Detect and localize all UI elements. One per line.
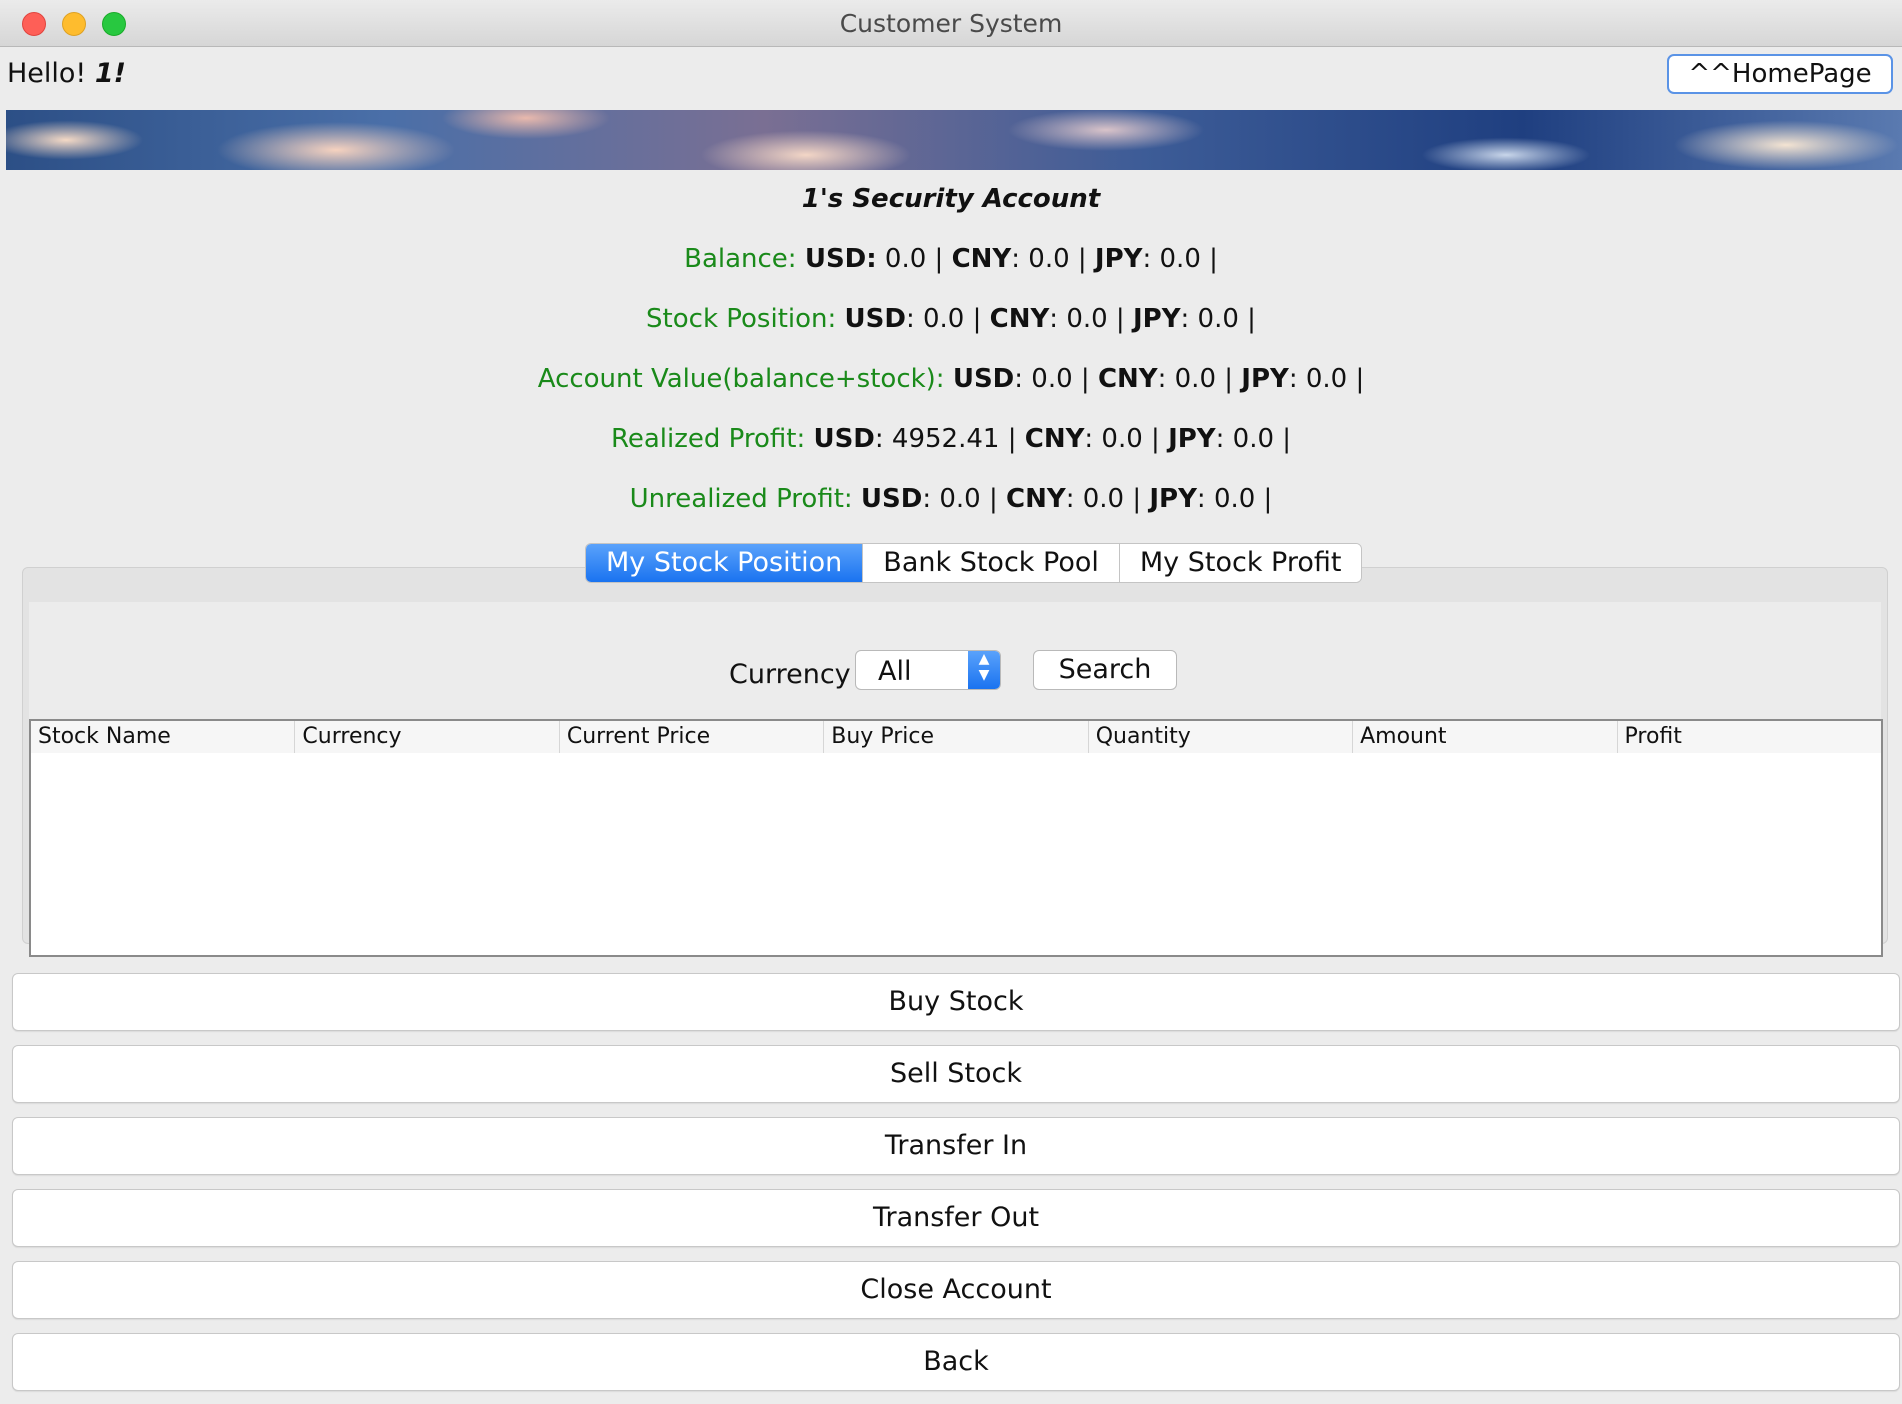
column-header-buy-price[interactable]: Buy Price: [823, 721, 1087, 753]
cny-key: CNY: [1006, 484, 1066, 514]
cny-value: : 0.0 |: [1049, 304, 1133, 334]
balance-row: Balance: USD: 0.0 | CNY: 0.0 | JPY: 0.0 …: [0, 244, 1902, 274]
jpy-value: : 0.0 |: [1142, 244, 1218, 274]
tab-bank-stock-pool[interactable]: Bank Stock Pool: [863, 544, 1120, 582]
jpy-value: : 0.0 |: [1196, 484, 1273, 514]
tab-my-stock-position[interactable]: My Stock Position: [586, 544, 864, 582]
back-button[interactable]: Back: [12, 1333, 1900, 1391]
home-page-button[interactable]: ^^HomePage: [1667, 54, 1893, 94]
stock-position-row: Stock Position: USD: 0.0 | CNY: 0.0 | JP…: [0, 304, 1902, 334]
transfer-in-button[interactable]: Transfer In: [12, 1117, 1900, 1175]
jpy-key: JPY: [1168, 424, 1216, 454]
greeting: Hello! 1!: [7, 58, 126, 89]
row-label: Stock Position:: [646, 304, 837, 334]
window-title: Customer System: [839, 9, 1063, 38]
search-button[interactable]: Search: [1033, 650, 1177, 690]
account-value-row: Account Value(balance+stock): USD: 0.0 |…: [0, 364, 1902, 394]
row-label: Balance:: [684, 244, 797, 274]
usd-key: USD: [952, 364, 1015, 394]
cny-value: : 0.0 |: [1011, 244, 1095, 274]
cny-key: CNY: [1097, 364, 1158, 394]
column-header-amount[interactable]: Amount: [1352, 721, 1616, 753]
usd-value: : 0.0 |: [905, 304, 990, 334]
tab-bar: My Stock Position Bank Stock Pool My Sto…: [585, 543, 1363, 583]
account-title: 1's Security Account: [801, 184, 1101, 214]
row-label: Account Value(balance+stock):: [537, 364, 945, 394]
buy-stock-button[interactable]: Buy Stock: [12, 973, 1900, 1031]
usd-value: : 0.0 |: [1014, 364, 1098, 394]
jpy-key: JPY: [1094, 244, 1143, 274]
stock-position-table[interactable]: Stock Name Currency Current Price Buy Pr…: [29, 719, 1883, 957]
jpy-key: JPY: [1241, 364, 1289, 394]
jpy-value: : 0.0 |: [1180, 304, 1256, 334]
usd-key: USD: [813, 424, 875, 454]
tab-panel: Currency All ▲ ▼ Search Stock Name Curren…: [22, 567, 1888, 957]
cny-key: CNY: [989, 304, 1050, 334]
customer-system-window: Customer System Hello! 1! ^^HomePage 1's…: [0, 0, 1902, 1404]
unrealized-profit-row: Unrealized Profit: USD: 0.0 | CNY: 0.0 |…: [0, 484, 1902, 514]
column-header-stock-name[interactable]: Stock Name: [31, 721, 294, 753]
usd-value: 0.0 |: [876, 244, 952, 274]
chevron-up-down-icon: ▲ ▼: [968, 651, 1000, 689]
jpy-value: : 0.0 |: [1215, 424, 1292, 454]
sky-banner-image: [6, 110, 1902, 170]
cny-value: : 0.0 |: [1157, 364, 1242, 394]
column-header-profit[interactable]: Profit: [1616, 721, 1881, 753]
realized-profit-row: Realized Profit: USD: 4952.41 | CNY: 0.0…: [0, 424, 1902, 454]
tab-my-stock-profit[interactable]: My Stock Profit: [1119, 544, 1362, 582]
title-bar: Customer System: [0, 0, 1902, 47]
jpy-value: : 0.0 |: [1288, 364, 1365, 394]
column-header-currency[interactable]: Currency: [294, 721, 558, 753]
usd-key: USD:: [804, 244, 877, 274]
transfer-out-button[interactable]: Transfer Out: [12, 1189, 1900, 1247]
usd-key: USD: [860, 484, 923, 514]
greeting-prefix: Hello!: [7, 58, 87, 89]
close-account-button[interactable]: Close Account: [12, 1261, 1900, 1319]
jpy-key: JPY: [1149, 484, 1197, 514]
row-label: Realized Profit:: [610, 424, 806, 454]
sell-stock-button[interactable]: Sell Stock: [12, 1045, 1900, 1103]
cny-key: CNY: [1024, 424, 1085, 454]
stock-position-pane: Currency All ▲ ▼ Search Stock Name Curren…: [29, 602, 1883, 957]
cny-key: CNY: [951, 244, 1012, 274]
cny-value: : 0.0 |: [1065, 484, 1150, 514]
cny-value: : 0.0 |: [1084, 424, 1169, 454]
usd-key: USD: [844, 304, 906, 334]
currency-label: Currency: [729, 659, 851, 690]
usd-value: : 4952.41 |: [874, 424, 1025, 454]
row-label: Unrealized Profit:: [629, 484, 853, 514]
column-header-current-price[interactable]: Current Price: [558, 721, 823, 753]
column-header-quantity[interactable]: Quantity: [1087, 721, 1352, 753]
jpy-key: JPY: [1132, 304, 1181, 334]
table-header: Stock Name Currency Current Price Buy Pr…: [31, 721, 1881, 753]
usd-value: : 0.0 |: [922, 484, 1007, 514]
greeting-user-name: 1!: [94, 58, 126, 89]
currency-select[interactable]: All ▲ ▼: [855, 650, 1001, 690]
currency-select-value: All: [878, 656, 912, 687]
